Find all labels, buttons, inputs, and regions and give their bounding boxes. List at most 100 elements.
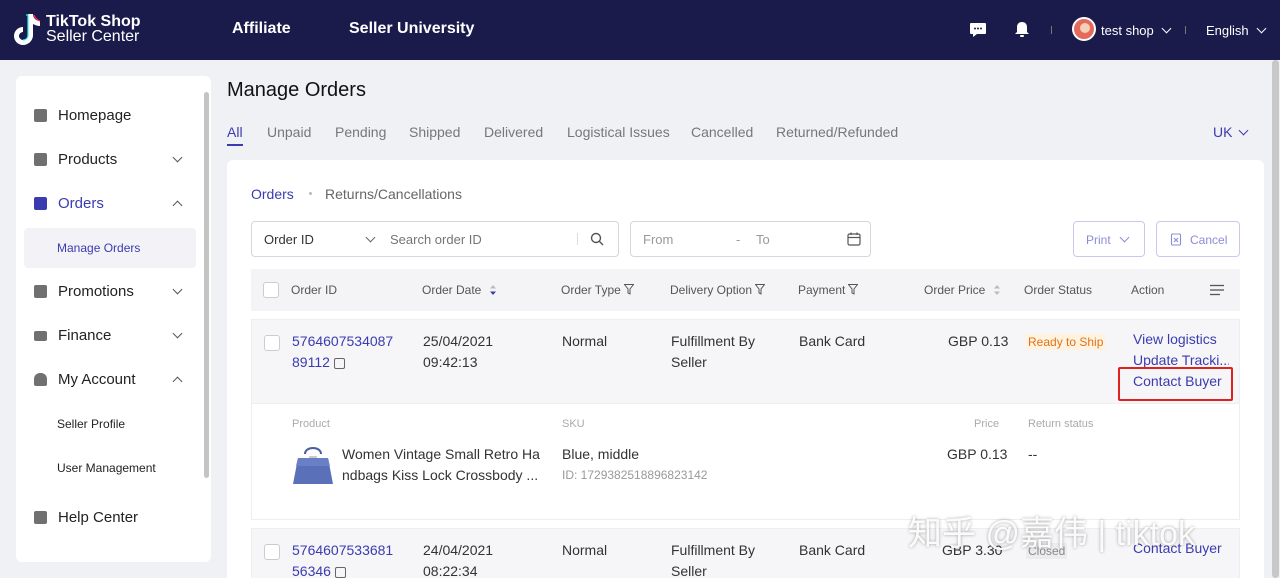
- sidebar-item-finance[interactable]: Finance: [16, 320, 206, 352]
- sort-icon: [993, 285, 1000, 295]
- order-id-line2: 56346: [292, 563, 331, 578]
- nav-affiliate[interactable]: Affiliate: [232, 20, 291, 38]
- col-order-status: Order Status: [1024, 283, 1093, 297]
- tiktok-logo-icon: [14, 14, 40, 45]
- search-icon[interactable]: [590, 232, 604, 246]
- order-id-link[interactable]: 5764607534087 89112: [292, 331, 393, 373]
- order-id-line2: 89112: [292, 354, 330, 370]
- tab-returned-refunded[interactable]: Returned/Refunded: [776, 124, 898, 140]
- tab-pending[interactable]: Pending: [335, 124, 386, 140]
- highlight-box: [1118, 367, 1233, 401]
- tab-unpaid[interactable]: Unpaid: [267, 124, 311, 140]
- order-type: Normal: [562, 333, 608, 349]
- sidebar-item-homepage[interactable]: Homepage: [16, 100, 206, 132]
- sidebar: Homepage Products Orders Manage Orders P…: [16, 76, 211, 562]
- date-separator: -: [736, 232, 741, 247]
- subtab-returns-cancellations[interactable]: Returns/Cancellations: [325, 186, 462, 202]
- sidebar-item-my-account[interactable]: My Account: [16, 364, 206, 396]
- tab-delivered[interactable]: Delivered: [484, 124, 543, 140]
- search-field-select[interactable]: Order ID: [252, 222, 382, 256]
- region-select[interactable]: UK: [1213, 124, 1249, 140]
- divider: [1185, 26, 1186, 34]
- order-id-link[interactable]: 5764607533681 56346: [292, 540, 393, 578]
- col-payment-label: Payment: [798, 283, 846, 297]
- order-date: 24/04/2021: [423, 542, 494, 558]
- sidebar-item-promotions[interactable]: Promotions: [16, 276, 206, 308]
- sidebar-item-label: Homepage: [58, 107, 132, 124]
- copy-icon[interactable]: [333, 358, 345, 369]
- view-logistics-link[interactable]: View logistics: [1133, 329, 1217, 350]
- tab-cancelled[interactable]: Cancelled: [691, 124, 753, 140]
- row-checkbox[interactable]: [264, 335, 280, 351]
- print-button[interactable]: Print: [1073, 221, 1145, 257]
- megaphone-icon: [34, 285, 47, 298]
- date-to: To: [756, 232, 770, 247]
- bell-icon[interactable]: [1013, 20, 1031, 38]
- message-icon[interactable]: [969, 20, 987, 38]
- tab-all[interactable]: All: [227, 124, 243, 146]
- payment-method: Bank Card: [799, 542, 866, 558]
- filter-icon: [848, 284, 859, 295]
- date-range-picker[interactable]: From - To: [630, 221, 871, 257]
- language-menu[interactable]: English: [1206, 23, 1267, 38]
- col-order-date[interactable]: Order Date: [422, 283, 497, 297]
- sidebar-item-label: Orders: [58, 195, 104, 212]
- product-thumbnail[interactable]: [292, 444, 334, 488]
- sidebar-item-label: Promotions: [58, 283, 134, 300]
- product-label: Product: [292, 418, 330, 430]
- tiktok-shop-logo[interactable]: TikTok Shop Seller Center: [14, 12, 141, 46]
- return-status: --: [1028, 446, 1038, 462]
- chevron-down-icon: [1256, 23, 1267, 34]
- logo-line2: Seller Center: [46, 28, 140, 45]
- delivery-line2: Seller: [671, 563, 707, 578]
- row-checkbox[interactable]: [264, 544, 280, 560]
- select-all-checkbox[interactable]: [263, 282, 279, 298]
- status-badge: Ready to Ship: [1026, 334, 1106, 350]
- delivery-line1: Fulfillment By: [671, 542, 756, 558]
- cancel-button[interactable]: Cancel: [1156, 221, 1240, 257]
- chevron-down-icon: [1119, 232, 1130, 243]
- sidebar-subitem-label: Manage Orders: [57, 241, 141, 255]
- sidebar-item-label: Help Center: [58, 509, 139, 526]
- sidebar-item-products[interactable]: Products: [16, 144, 206, 176]
- col-action: Action: [1131, 283, 1165, 297]
- table-header: Order ID Order Date Order Type Delivery …: [251, 269, 1240, 311]
- subtab-orders[interactable]: Orders: [251, 186, 294, 202]
- sidebar-item-orders[interactable]: Orders: [16, 188, 206, 220]
- col-order-price[interactable]: Order Price: [924, 283, 1001, 297]
- user-menu[interactable]: test shop: [1101, 23, 1172, 38]
- copy-icon[interactable]: [334, 567, 346, 578]
- sidebar-item-help-center[interactable]: Help Center: [16, 502, 206, 534]
- column-settings-icon[interactable]: [1210, 284, 1224, 296]
- return-status-label: Return status: [1028, 418, 1094, 430]
- chevron-down-icon: [172, 328, 183, 339]
- search-field-value: Order ID: [264, 232, 314, 247]
- sku-label: SKU: [562, 418, 585, 430]
- sidebar-subitem-user-management[interactable]: User Management: [24, 448, 196, 488]
- print-label: Print: [1086, 233, 1111, 247]
- order-search-group: Order ID: [251, 221, 619, 257]
- col-delivery-option[interactable]: Delivery Option: [670, 283, 766, 297]
- sidebar-subitem-seller-profile[interactable]: Seller Profile: [24, 404, 196, 444]
- order-type: Normal: [562, 542, 608, 558]
- page-scrollbar[interactable]: [1272, 60, 1279, 578]
- divider-dot: [309, 192, 312, 195]
- nav-seller-university[interactable]: Seller University: [349, 20, 474, 38]
- sidebar-item-label: My Account: [58, 371, 136, 388]
- col-order-type-label: Order Type: [561, 283, 621, 297]
- chevron-down-icon: [1161, 23, 1172, 34]
- col-order-type[interactable]: Order Type: [561, 283, 634, 297]
- calendar-icon: [847, 232, 861, 246]
- tab-shipped[interactable]: Shipped: [409, 124, 460, 140]
- sidebar-subitem-manage-orders[interactable]: Manage Orders: [24, 228, 196, 268]
- watermark: 知乎 @嘉伟 | tiktok: [908, 515, 1196, 553]
- col-order-id: Order ID: [291, 283, 338, 297]
- sidebar-item-label: Products: [58, 151, 118, 168]
- avatar[interactable]: [1072, 17, 1096, 41]
- search-input[interactable]: [390, 229, 580, 249]
- tab-logistical-issues[interactable]: Logistical Issues: [567, 124, 670, 140]
- sidebar-scrollbar[interactable]: [204, 92, 209, 478]
- chevron-down-icon: [172, 152, 183, 163]
- col-payment[interactable]: Payment: [798, 283, 859, 297]
- order-detail: Product SKU Price Return status Women Vi…: [251, 404, 1240, 520]
